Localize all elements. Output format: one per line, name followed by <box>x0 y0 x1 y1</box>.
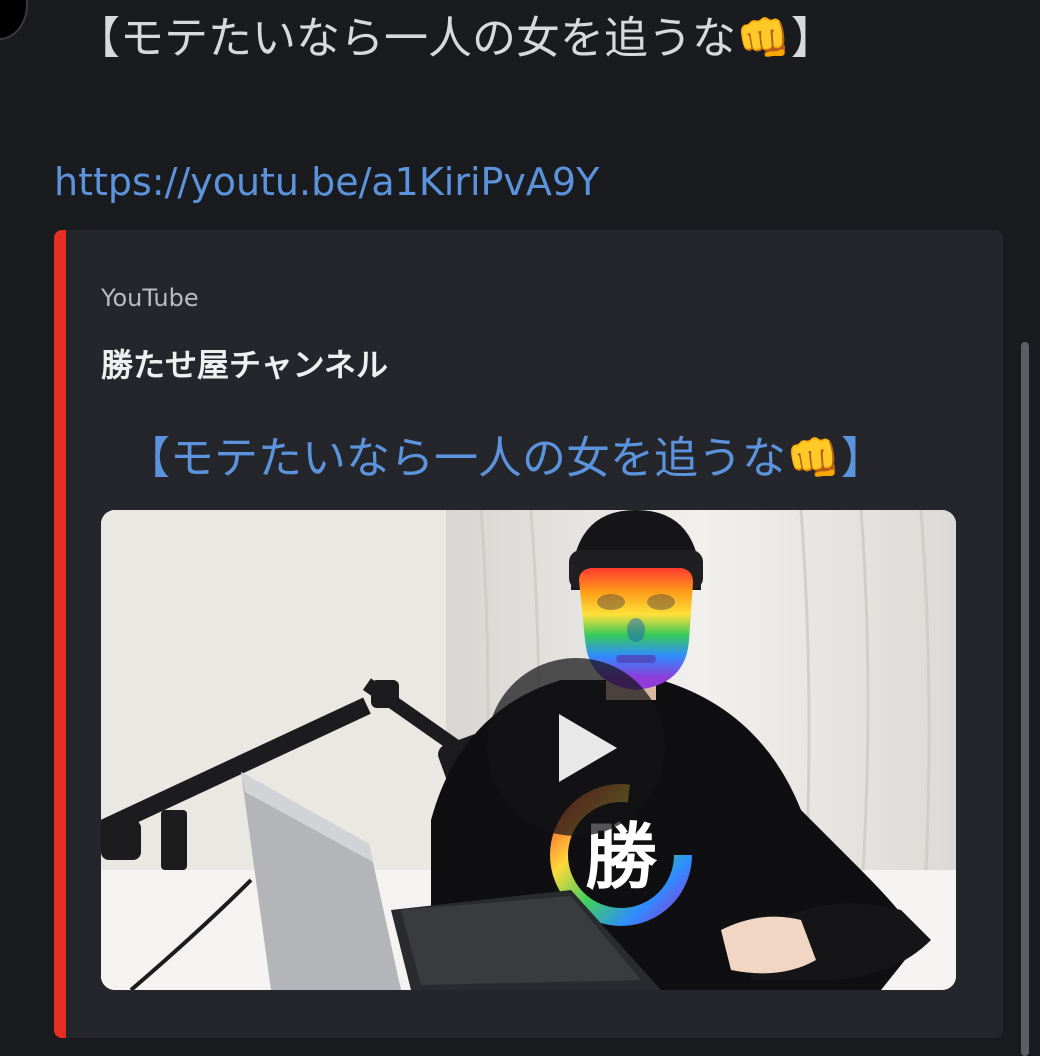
scrollbar-thumb[interactable] <box>1021 342 1029 1056</box>
chat-view: 【モテたいなら一人の女を追うな👊】 https://youtu.be/a1Kir… <box>0 0 1040 1056</box>
embed-title-link[interactable]: 【モテたいなら一人の女を追うな👊】 <box>126 422 885 486</box>
video-play-button[interactable] <box>487 658 665 836</box>
embed-author[interactable]: 勝たせ屋チャンネル <box>101 340 388 386</box>
link-embed: YouTube 勝たせ屋チャンネル 【モテたいなら一人の女を追うな👊】 勝 <box>54 230 1003 1038</box>
user-avatar[interactable] <box>0 0 28 40</box>
video-thumbnail[interactable]: 勝 <box>101 510 956 990</box>
embed-accent-bar <box>54 230 66 1038</box>
message-text: 【モテたいなら一人の女を追うな👊】 <box>76 13 835 64</box>
message-link[interactable]: https://youtu.be/a1KiriPvA9Y <box>54 160 599 204</box>
play-icon <box>559 714 617 782</box>
embed-provider: YouTube <box>101 284 199 312</box>
